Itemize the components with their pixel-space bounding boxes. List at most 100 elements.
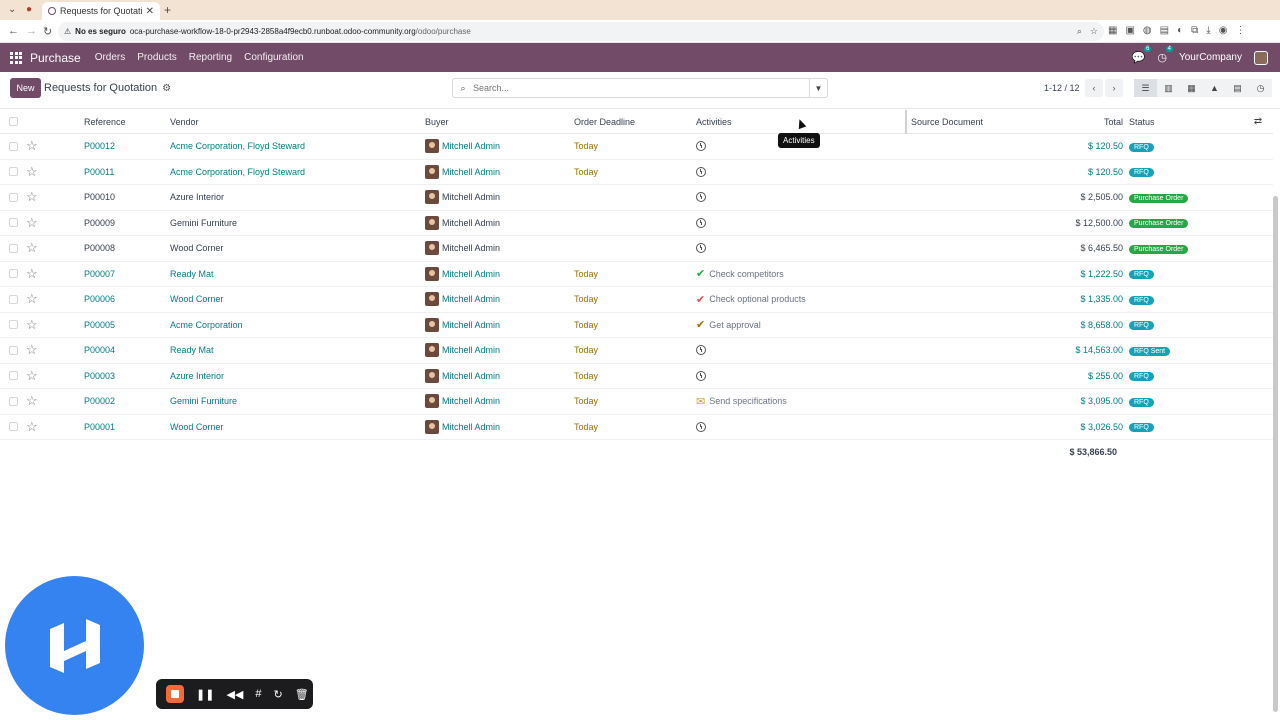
row-checkbox[interactable] — [0, 269, 26, 279]
row-checkbox[interactable] — [0, 320, 26, 330]
row-checkbox[interactable] — [0, 422, 26, 432]
table-row[interactable]: ☆ P00012 Acme Corporation, Floyd Steward Mi… — [0, 134, 1273, 160]
vendor-cell[interactable]: Wood Corner — [170, 243, 425, 253]
list-view-icon[interactable]: ☰ — [1134, 79, 1157, 97]
vendor-cell[interactable]: Acme Corporation, Floyd Steward — [170, 167, 425, 177]
row-checkbox[interactable] — [0, 243, 26, 253]
pause-icon[interactable]: ❚❚ — [196, 688, 214, 701]
buyer-cell[interactable]: Mitchell Admin — [425, 215, 574, 230]
rewind-icon[interactable]: ◀◀ — [226, 688, 243, 701]
pager-value[interactable]: 1-12 / 12 — [1044, 83, 1080, 93]
apps-menu-icon[interactable] — [10, 51, 22, 64]
omnibox[interactable]: ⚠ No es seguro oca-purchase-workflow-18-… — [58, 22, 1104, 41]
clock-icon[interactable] — [696, 345, 706, 356]
table-row[interactable]: ☆ P00006 Wood Corner Mitchell Admin Today ✔ Ch… — [0, 287, 1273, 313]
star-icon[interactable]: ☆ — [26, 419, 84, 435]
header-vendor[interactable]: Vendor — [170, 117, 425, 127]
download-icon[interactable]: ⤓ — [1206, 25, 1210, 36]
reference-cell[interactable]: P00011 — [84, 167, 170, 177]
header-source-document[interactable]: Source Document — [911, 117, 1031, 127]
extension-icon[interactable]: ◐ — [1177, 25, 1183, 36]
reference-cell[interactable]: P00012 — [84, 141, 170, 151]
optional-columns-icon[interactable]: ⇄ — [1243, 116, 1273, 127]
company-switcher[interactable]: YourCompany — [1179, 52, 1242, 63]
activity-cell[interactable] — [696, 166, 911, 177]
table-row[interactable]: ☆ P00011 Acme Corporation, Floyd Steward Mi… — [0, 160, 1273, 185]
menu-configuration[interactable]: Configuration — [244, 52, 303, 63]
tab-search-icon[interactable]: ⌄ — [8, 4, 16, 15]
buyer-cell[interactable]: Mitchell Admin — [425, 241, 574, 256]
table-row[interactable]: ☆ P00009 Gemini Furniture Mitchell Admin $ 1… — [0, 211, 1273, 236]
restart-icon[interactable]: ↻ — [273, 688, 282, 701]
activity-cell[interactable] — [696, 243, 911, 254]
activity-cell[interactable]: ✉ Send specifications — [696, 395, 911, 408]
star-icon[interactable]: ☆ — [26, 215, 84, 231]
bookmark-star-icon[interactable]: ☆ — [1090, 26, 1098, 37]
table-row[interactable]: ☆ P00003 Azure Interior Mitchell Admin Today… — [0, 364, 1273, 389]
profile-icon[interactable]: ◉ — [1219, 25, 1228, 36]
star-icon[interactable]: ☆ — [26, 240, 84, 256]
reference-cell[interactable]: P00001 — [84, 422, 170, 432]
buyer-cell[interactable]: Mitchell Admin — [425, 190, 574, 205]
header-buyer[interactable]: Buyer — [425, 117, 574, 127]
activity-cell[interactable] — [696, 421, 911, 432]
table-row[interactable]: ☆ P00007 Ready Mat Mitchell Admin Today ✔ Chec… — [0, 262, 1273, 287]
vendor-cell[interactable]: Ready Mat — [170, 345, 425, 355]
star-icon[interactable]: ☆ — [26, 368, 84, 384]
activity-cell[interactable]: ✔ Check competitors — [696, 267, 911, 280]
pager-next-icon[interactable]: › — [1105, 79, 1123, 97]
graph-view-icon[interactable]: ▲ — [1203, 79, 1226, 97]
vendor-cell[interactable]: Wood Corner — [170, 422, 425, 432]
extension-icon[interactable]: ▤ — [1160, 25, 1169, 36]
buyer-cell[interactable]: Mitchell Admin — [425, 343, 574, 358]
pivot-view-icon[interactable]: ▦ — [1180, 79, 1203, 97]
star-icon[interactable]: ☆ — [26, 164, 84, 180]
row-checkbox[interactable] — [0, 345, 26, 355]
table-row[interactable]: ☆ P00001 Wood Corner Mitchell Admin Today $ 3… — [0, 415, 1273, 440]
star-icon[interactable]: ☆ — [26, 393, 84, 409]
vendor-cell[interactable]: Wood Corner — [170, 294, 425, 304]
clock-icon[interactable] — [696, 192, 706, 203]
buyer-cell[interactable]: Mitchell Admin — [425, 292, 574, 307]
extension-icon[interactable]: ▣ — [1125, 25, 1134, 36]
clock-icon[interactable] — [696, 217, 706, 228]
reference-cell[interactable]: P00005 — [84, 320, 170, 330]
new-button[interactable]: New — [10, 78, 41, 98]
row-checkbox[interactable] — [0, 192, 26, 202]
table-row[interactable]: ☆ P00002 Gemini Furniture Mitchell Admin Tod… — [0, 389, 1273, 415]
header-status[interactable]: Status — [1123, 117, 1243, 127]
check-icon[interactable]: ✔ — [696, 267, 705, 280]
buyer-cell[interactable]: Mitchell Admin — [425, 266, 574, 281]
gear-icon[interactable]: ⚙ — [162, 83, 171, 94]
clock-icon[interactable] — [696, 421, 706, 432]
vendor-cell[interactable]: Acme Corporation — [170, 320, 425, 330]
search-options-toggle[interactable]: ▼ — [809, 79, 827, 97]
extension-icon[interactable]: ◍ — [1143, 25, 1152, 36]
menu-reporting[interactable]: Reporting — [189, 52, 232, 63]
search-input[interactable] — [473, 83, 809, 93]
delete-icon[interactable]: 🗑 — [295, 688, 309, 701]
browser-tab[interactable]: Requests for Quotatio ✕ — [42, 2, 160, 20]
kanban-view-icon[interactable]: ▥ — [1157, 79, 1180, 97]
row-checkbox[interactable] — [0, 167, 26, 177]
activity-cell[interactable] — [696, 217, 911, 228]
column-resize-handle[interactable] — [905, 110, 907, 134]
star-icon[interactable]: ☆ — [26, 291, 84, 307]
grid-icon[interactable]: # — [255, 688, 261, 700]
stop-recording-button[interactable] — [166, 685, 184, 703]
buyer-cell[interactable]: Mitchell Admin — [425, 368, 574, 383]
vendor-cell[interactable]: Azure Interior — [170, 371, 425, 381]
clock-icon[interactable] — [696, 166, 706, 177]
vendor-cell[interactable]: Gemini Furniture — [170, 396, 425, 406]
row-checkbox[interactable] — [0, 396, 26, 406]
reference-cell[interactable]: P00007 — [84, 269, 170, 279]
table-row[interactable]: ☆ P00005 Acme Corporation Mitchell Admin Tod… — [0, 313, 1273, 338]
close-tab-icon[interactable]: ✕ — [146, 6, 154, 17]
activity-cell[interactable] — [696, 192, 911, 203]
buyer-cell[interactable]: Mitchell Admin — [425, 139, 574, 154]
reference-cell[interactable]: P00010 — [84, 192, 170, 202]
star-icon[interactable]: ☆ — [26, 138, 84, 154]
puzzle-icon[interactable]: ⧉ — [1191, 25, 1198, 36]
buyer-cell[interactable]: Mitchell Admin — [425, 164, 574, 179]
back-icon[interactable]: ← — [8, 25, 19, 37]
